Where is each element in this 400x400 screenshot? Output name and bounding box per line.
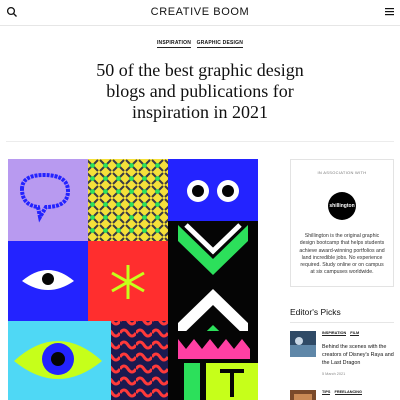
tile-pattern (88, 159, 168, 241)
divider (290, 322, 394, 323)
tag-freelancing[interactable]: FREELANCING (334, 390, 362, 395)
article-thumbnail[interactable] (290, 390, 316, 400)
hero-image[interactable] (8, 159, 258, 400)
editors-pick-item[interactable]: TIPS FREELANCING (290, 390, 394, 400)
article-headline: 50 of the best graphic design blogs and … (70, 60, 330, 123)
tag-inspiration[interactable]: INSPIRATION (156, 40, 192, 48)
hamburger-menu-icon[interactable] (385, 7, 394, 16)
sponsor-description: Shillington is the original graphic desi… (299, 233, 385, 276)
top-navigation-bar: CREATIVE BOOM (0, 0, 400, 26)
article-tags: INSPIRATION GRAPHIC DESIGN (0, 40, 400, 48)
pick-tags: INSPIRATION FILM (322, 331, 362, 336)
sponsor-label: IN ASSOCIATION WITH (317, 170, 367, 175)
tag-tips[interactable]: TIPS (322, 390, 331, 395)
pick-title[interactable]: Behind the scenes with the creators of D… (322, 343, 394, 367)
sponsor-box[interactable]: IN ASSOCIATION WITH shillington Shilling… (290, 159, 394, 287)
tile-purple (8, 159, 88, 241)
divider (6, 141, 394, 142)
article-thumbnail[interactable] (290, 331, 316, 357)
headline-line: inspiration in 2021 (132, 102, 268, 122)
headline-line: blogs and publications for (106, 81, 294, 101)
pick-tags: TIPS FREELANCING (322, 390, 365, 395)
tag-inspiration[interactable]: INSPIRATION (322, 331, 347, 336)
editors-pick-item[interactable]: INSPIRATION FILM Behind the scenes with … (290, 331, 394, 381)
tag-film[interactable]: FILM (350, 331, 360, 336)
tag-graphic-design[interactable]: GRAPHIC DESIGN (196, 40, 244, 48)
site-logo[interactable]: CREATIVE BOOM (0, 6, 400, 18)
logo-text: shillington (329, 203, 355, 209)
pick-date: 5 March 2021 (322, 372, 346, 376)
shillington-logo[interactable]: shillington (328, 192, 356, 220)
headline-line: 50 of the best graphic design (96, 60, 304, 80)
hero-illustration (8, 159, 258, 400)
editors-picks-heading: Editor's Picks (290, 307, 341, 317)
tile-wave (111, 321, 168, 400)
